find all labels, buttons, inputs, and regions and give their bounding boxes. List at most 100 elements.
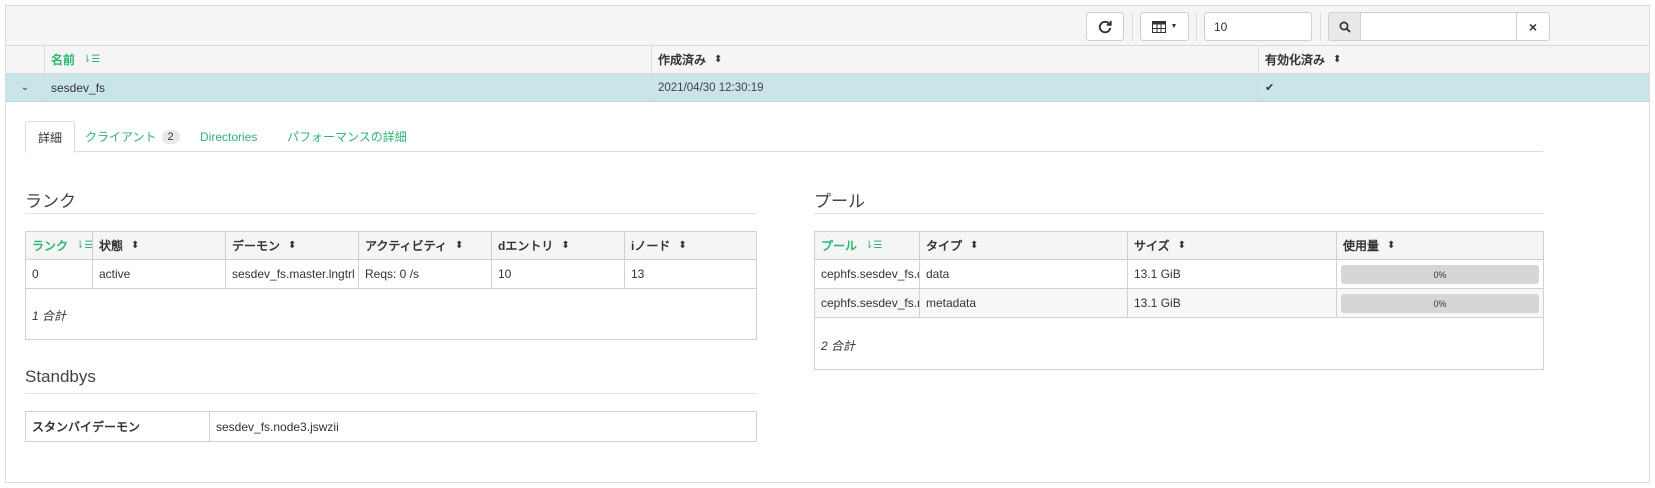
tab-label: 詳細	[38, 130, 63, 145]
column-header-label: 作成済み	[658, 53, 707, 67]
clients-count-badge: 2	[161, 129, 180, 144]
column-header-label: 有効化済み	[1265, 53, 1326, 67]
cell-rank: 0	[26, 260, 93, 288]
column-header-label: デーモン	[232, 239, 281, 253]
section-divider	[25, 393, 757, 394]
column-header-label: 名前	[51, 53, 76, 67]
tab-label: パフォーマンスの詳細	[287, 130, 407, 144]
tab-label: クライアント	[85, 130, 157, 144]
cell-usage: 0%	[1337, 289, 1543, 317]
sort-ascending-icon: ⇂☰	[865, 240, 883, 251]
pools-table-header: プール ⇂☰ タイプ ⬍ サイズ ⬍ 使用量 ⬍	[815, 232, 1543, 260]
usage-progress-bar: 0%	[1341, 265, 1539, 284]
ranks-title: ランク	[25, 192, 76, 211]
column-header-dentries[interactable]: dエントリ ⬍	[492, 232, 625, 259]
cell-size: 13.1 GiB	[1128, 289, 1337, 317]
column-header-daemon[interactable]: デーモン ⬍	[226, 232, 359, 259]
column-header-pool[interactable]: プール ⇂☰	[815, 232, 920, 259]
pools-title: プール	[814, 192, 865, 211]
cell-created: 2021/04/30 12:30:19	[652, 74, 1259, 101]
check-icon: ✔	[1265, 82, 1275, 94]
table-header: 名前 ⇂☰ 作成済み ⬍ 有効化済み ⬍	[6, 46, 1649, 74]
search-input[interactable]	[1361, 12, 1517, 41]
column-header-label: アクティビティ	[365, 239, 447, 253]
table-footer-count: 2 合計	[821, 339, 856, 353]
sort-ascending-icon: ⇂☰	[76, 240, 93, 251]
toolbar-divider	[1132, 12, 1133, 41]
column-header-name[interactable]: 名前 ⇂☰	[45, 46, 652, 73]
standbys-title: Standbys	[25, 367, 96, 386]
cell-activity: Reqs: 0 /s	[359, 260, 492, 288]
column-toggle-button[interactable]: ▼	[1140, 12, 1189, 41]
table-row: スタンバイデーモン sesdev_fs.node3.jswzii	[26, 412, 756, 441]
column-header-state[interactable]: 状態 ⬍	[93, 232, 226, 259]
column-header-enabled[interactable]: 有効化済み ⬍	[1259, 46, 1649, 73]
expand-column-header	[6, 46, 45, 73]
chevron-down-icon: ⌄	[20, 82, 30, 93]
refresh-icon	[1098, 20, 1112, 33]
cell-type: data	[920, 260, 1128, 288]
sort-ascending-icon: ⇂☰	[83, 54, 101, 65]
table-row[interactable]: cephfs.sesdev_fs.meta metadata 13.1 GiB …	[815, 289, 1543, 318]
column-header-inodes[interactable]: iノード ⬍	[625, 232, 756, 259]
column-header-label: ランク	[32, 239, 69, 253]
usage-progress-bar: 0%	[1341, 294, 1539, 313]
column-header-size[interactable]: サイズ ⬍	[1128, 232, 1337, 259]
table-row[interactable]: cephfs.sesdev_fs.data data 13.1 GiB 0%	[815, 260, 1543, 289]
standby-daemon-label: スタンバイデーモン	[26, 412, 210, 441]
ranks-table-header: ランク ⇂☰ 状態 ⬍ デーモン ⬍ アクティビティ ⬍ dエントリ ⬍ iノー…	[26, 232, 756, 260]
table-toolbar: ▼ 10 ×	[6, 6, 1649, 46]
column-header-activity[interactable]: アクティビティ ⬍	[359, 232, 492, 259]
column-header-label: プール	[821, 239, 858, 253]
tab-label: Directories	[200, 129, 258, 144]
standbys-table: スタンバイデーモン sesdev_fs.node3.jswzii	[25, 411, 757, 442]
column-header-created[interactable]: 作成済み ⬍	[652, 46, 1259, 73]
tab-performance[interactable]: パフォーマンスの詳細	[275, 121, 419, 152]
refresh-button[interactable]	[1086, 12, 1124, 41]
cell-pool: cephfs.sesdev_fs.meta	[815, 289, 920, 317]
column-header-type[interactable]: タイプ ⬍	[920, 232, 1128, 259]
cell-size: 13.1 GiB	[1128, 260, 1337, 288]
column-header-label: タイプ	[926, 239, 963, 253]
cell-usage: 0%	[1337, 260, 1543, 288]
sort-icon: ⬍	[1333, 54, 1342, 65]
section-divider	[814, 213, 1544, 214]
section-divider	[25, 213, 757, 214]
sort-icon: ⬍	[1387, 240, 1396, 251]
tab-clients[interactable]: クライアント 2	[73, 121, 192, 152]
table-row[interactable]: ⌄ sesdev_fs 2021/04/30 12:30:19 ✔	[6, 74, 1649, 102]
standby-daemon-value: sesdev_fs.node3.jswzii	[216, 419, 339, 434]
sort-icon: ⬍	[288, 240, 297, 251]
cell-enabled: ✔	[1259, 74, 1649, 101]
cell-state: active	[93, 260, 226, 288]
sort-icon: ⬍	[454, 240, 464, 251]
sort-icon: ⬍	[970, 240, 979, 251]
close-icon: ×	[1528, 18, 1538, 35]
column-header-label: dエントリ	[498, 239, 554, 253]
cell-type: metadata	[920, 289, 1128, 317]
search-icon	[1339, 21, 1351, 33]
sort-icon: ⬍	[561, 240, 570, 251]
toolbar-divider	[1196, 12, 1197, 41]
column-header-usage[interactable]: 使用量 ⬍	[1337, 232, 1543, 259]
page-size-input[interactable]: 10	[1204, 12, 1312, 41]
tab-details[interactable]: 詳細	[25, 121, 76, 153]
chevron-down-icon: ▼	[1170, 23, 1178, 30]
ranks-table: ランク ⇂☰ 状態 ⬍ デーモン ⬍ アクティビティ ⬍ dエントリ ⬍ iノー…	[25, 231, 757, 340]
filesystems-panel: ▼ 10 × 名前 ⇂☰ 作成済み ⬍ 有効化済み ⬍ ⌄ sesdev_fs …	[5, 5, 1650, 483]
cell-name: sesdev_fs	[45, 74, 652, 101]
table-row[interactable]: 0 active sesdev_fs.master.lngtrl Reqs: 0…	[26, 260, 756, 289]
sort-icon: ⬍	[678, 240, 687, 251]
column-header-rank[interactable]: ランク ⇂☰	[26, 232, 93, 259]
clear-search-button[interactable]: ×	[1516, 12, 1550, 41]
tab-directories[interactable]: Directories	[188, 121, 269, 152]
sort-icon: ⬍	[714, 54, 723, 65]
row-expand-toggle[interactable]: ⌄	[6, 74, 45, 101]
cell-inodes: 13	[631, 267, 645, 281]
sort-icon: ⬍	[131, 240, 140, 251]
table-columns-icon	[1151, 20, 1166, 33]
column-header-label: iノード	[631, 239, 671, 253]
pools-table: プール ⇂☰ タイプ ⬍ サイズ ⬍ 使用量 ⬍ cephfs.sesdev_f…	[814, 231, 1544, 370]
sort-icon: ⬍	[1177, 240, 1187, 251]
cell-dentries: 10	[492, 260, 625, 288]
